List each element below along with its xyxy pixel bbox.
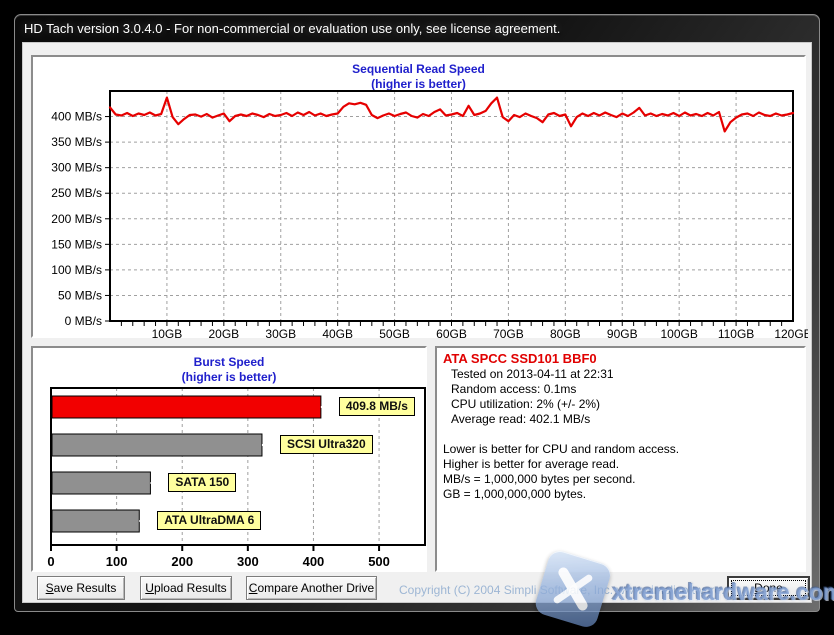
upload-results-button[interactable]: Upload Results [140, 576, 232, 600]
sequential-read-panel: Sequential Read Speed (higher is better)… [31, 55, 806, 338]
compare-another-drive-label: Compare Another Drive [247, 578, 376, 598]
svg-text:350 MB/s: 350 MB/s [51, 135, 102, 149]
svg-text:30GB: 30GB [265, 327, 296, 340]
svg-text:0: 0 [47, 554, 54, 569]
cpu-utilization: CPU utilization: 2% (+/- 2%) [443, 397, 798, 412]
drive-info-panel: ATA SPCC SSD101 BBF0 Tested on 2013-04-1… [435, 346, 806, 572]
svg-text:300 MB/s: 300 MB/s [51, 161, 102, 175]
window-title: HD Tach version 3.0.4.0 - For non-commer… [24, 21, 560, 36]
note-lower-better: Lower is better for CPU and random acces… [443, 442, 798, 457]
random-access: Random access: 0.1ms [443, 382, 798, 397]
bar-value-label: ATA UltraDMA 6 [157, 511, 261, 530]
desktop: { "window": { "title": "HD Tach version … [0, 0, 834, 628]
copyright-text: Copyright (C) 2004 Simpli Software, Inc.… [399, 583, 747, 597]
svg-text:400 MB/s: 400 MB/s [51, 110, 102, 124]
svg-text:300: 300 [237, 554, 259, 569]
svg-text:110GB: 110GB [718, 327, 754, 340]
app-window: HD Tach version 3.0.4.0 - For non-commer… [14, 14, 820, 612]
note-higher-better: Higher is better for average read. [443, 457, 798, 472]
drive-info-body: ATA SPCC SSD101 BBF0 Tested on 2013-04-1… [437, 348, 804, 505]
drive-name: ATA SPCC SSD101 BBF0 [443, 351, 798, 367]
svg-text:400: 400 [303, 554, 325, 569]
svg-text:200: 200 [171, 554, 193, 569]
svg-text:90GB: 90GB [607, 327, 638, 340]
note-mbs-definition: MB/s = 1,000,000 bytes per second. [443, 472, 798, 487]
svg-text:50 MB/s: 50 MB/s [58, 288, 102, 302]
title-bar[interactable]: HD Tach version 3.0.4.0 - For non-commer… [15, 15, 819, 42]
svg-text:100 MB/s: 100 MB/s [51, 263, 102, 277]
tested-on: Tested on 2013-04-11 at 22:31 [443, 367, 798, 382]
svg-text:100: 100 [106, 554, 128, 569]
done-button[interactable]: Done [727, 576, 810, 600]
upload-results-label: Upload Results [141, 578, 231, 598]
compare-another-drive-button[interactable]: Compare Another Drive [246, 576, 377, 600]
svg-text:60GB: 60GB [436, 327, 467, 340]
burst-speed-panel: Burst Speed (higher is better) 010020030… [31, 346, 427, 572]
svg-text:10GB: 10GB [152, 327, 183, 340]
spacer [443, 427, 798, 442]
svg-text:40GB: 40GB [322, 327, 353, 340]
bar-value-label: SCSI Ultra320 [280, 435, 373, 454]
svg-text:100GB: 100GB [660, 327, 697, 340]
save-results-label: Save Results [38, 578, 124, 598]
svg-text:500: 500 [368, 554, 390, 569]
bar-value-label: SATA 150 [168, 473, 236, 492]
note-gb-definition: GB = 1,000,000,000 bytes. [443, 487, 798, 502]
svg-text:70GB: 70GB [493, 327, 524, 340]
client-area: Sequential Read Speed (higher is better)… [22, 42, 812, 603]
done-label: Done [729, 578, 808, 598]
svg-text:250 MB/s: 250 MB/s [51, 186, 102, 200]
svg-text:200 MB/s: 200 MB/s [51, 212, 102, 226]
svg-text:0 MB/s: 0 MB/s [65, 314, 102, 328]
svg-text:50GB: 50GB [379, 327, 410, 340]
svg-text:120GB: 120GB [774, 327, 808, 340]
svg-text:150 MB/s: 150 MB/s [51, 237, 102, 251]
svg-text:20GB: 20GB [208, 327, 239, 340]
svg-text:80GB: 80GB [550, 327, 581, 340]
burst-speed-chart: 0 100 200 300 400 500 [33, 348, 429, 574]
average-read: Average read: 402.1 MB/s [443, 412, 798, 427]
bar-value-label: 409.8 MB/s [339, 397, 415, 416]
sequential-read-chart: 0 MB/s 50 MB/s 100 MB/s 150 MB/s 200 MB/s 250… [33, 57, 808, 340]
save-results-button[interactable]: Save Results [37, 576, 125, 600]
